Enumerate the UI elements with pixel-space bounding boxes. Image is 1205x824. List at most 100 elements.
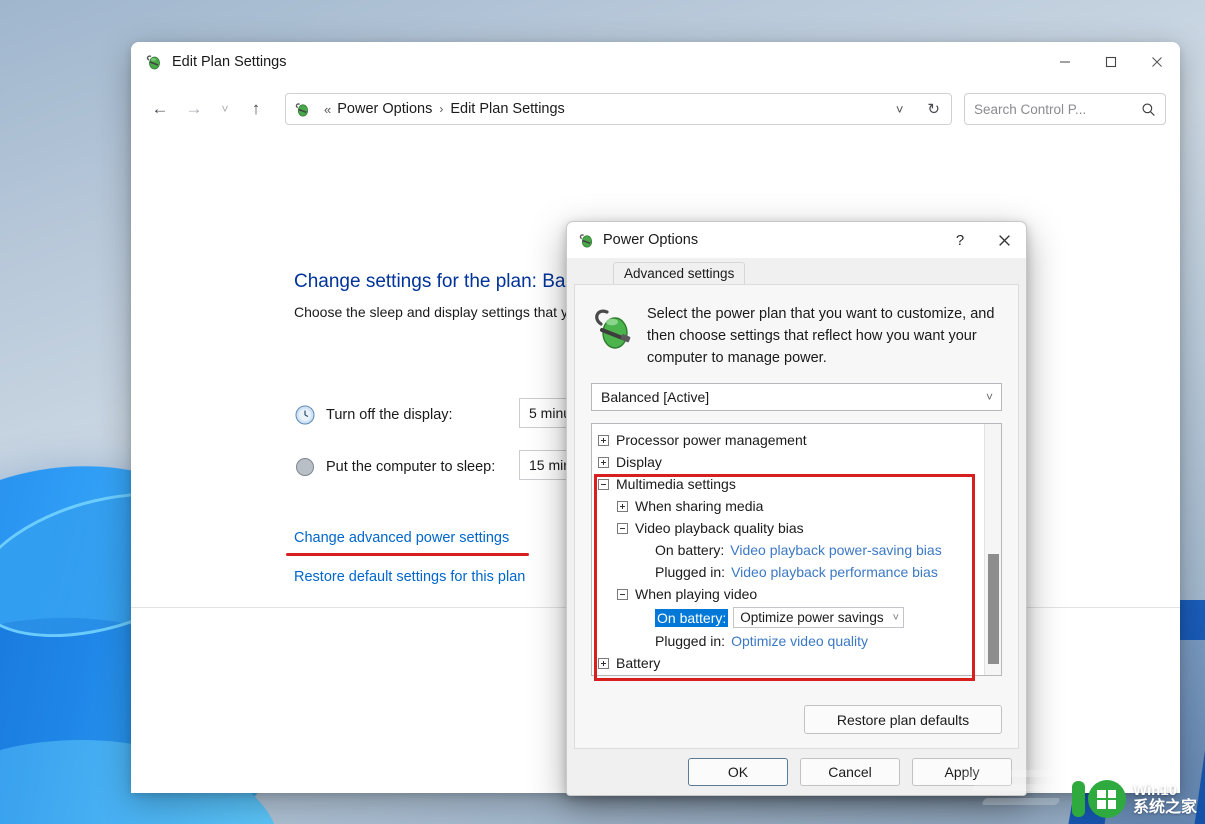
chevron-down-icon: ˅ bbox=[986, 390, 993, 404]
forward-button[interactable]: → bbox=[179, 94, 209, 124]
power-plan-select[interactable]: Balanced [Active] ˅ bbox=[591, 383, 1002, 411]
chevron-down-icon: ˅ bbox=[893, 612, 899, 624]
maximize-icon bbox=[1105, 56, 1117, 68]
tree-row-vpqb-plugged-in[interactable]: Plugged in: Video playback performance b… bbox=[598, 561, 983, 583]
expand-plus-icon[interactable] bbox=[617, 501, 628, 512]
watermark-line-1: Win10 bbox=[1133, 782, 1197, 799]
minimize-button[interactable] bbox=[1042, 42, 1088, 82]
refresh-icon[interactable]: ↻ bbox=[922, 100, 945, 118]
dialog-help-button[interactable]: ? bbox=[938, 222, 982, 258]
dialog-close-button[interactable] bbox=[982, 222, 1026, 258]
setting-row-sleep: Put the computer to sleep: bbox=[294, 456, 495, 478]
chevron-down-icon[interactable]: ˅ bbox=[891, 102, 909, 117]
collapse-minus-icon[interactable] bbox=[617, 589, 628, 600]
advanced-settings-panel: Select the power plan that you want to c… bbox=[574, 284, 1019, 749]
tree-row-video-playback-quality-bias[interactable]: Video playback quality bias bbox=[598, 517, 983, 539]
power-plug-large-icon bbox=[591, 305, 635, 351]
tree-row-label: Battery bbox=[616, 655, 660, 671]
dialog-title: Power Options bbox=[603, 232, 698, 248]
tree-row-label: Display bbox=[616, 454, 662, 470]
on-battery-video-value: Optimize power savings bbox=[740, 610, 883, 625]
collapse-minus-icon[interactable] bbox=[617, 523, 628, 534]
power-plug-icon bbox=[145, 53, 163, 71]
close-icon bbox=[1151, 56, 1163, 68]
breadcrumb-separator: › bbox=[439, 102, 443, 116]
expand-plus-icon[interactable] bbox=[598, 435, 609, 446]
watermark-text: Win10 系统之家 bbox=[1133, 782, 1197, 816]
window-title-bar: Edit Plan Settings bbox=[131, 42, 1180, 82]
tree-row-label: When sharing media bbox=[635, 498, 763, 514]
tree-row-vpqb-on-battery[interactable]: On battery: Video playback power-saving … bbox=[598, 539, 983, 561]
tree-row-value[interactable]: Video playback performance bias bbox=[731, 564, 938, 580]
window-controls bbox=[1042, 42, 1180, 82]
recent-locations-button[interactable]: ˅ bbox=[213, 94, 237, 124]
tree-row-display[interactable]: Display bbox=[598, 451, 983, 473]
window-title: Edit Plan Settings bbox=[172, 54, 286, 70]
setting-label: Put the computer to sleep: bbox=[326, 459, 495, 475]
dialog-title-bar-controls: ? bbox=[938, 222, 1026, 258]
setting-row-turn-off-display: Turn off the display: bbox=[294, 404, 453, 426]
breadcrumb-overflow[interactable]: « bbox=[324, 102, 331, 117]
tree-row-processor-power-management[interactable]: Processor power management bbox=[598, 429, 983, 451]
tree-scrollbar[interactable] bbox=[984, 424, 1001, 675]
tree-row-label: When playing video bbox=[635, 586, 757, 602]
tree-row-label: Processor power management bbox=[616, 432, 807, 448]
minimize-icon bbox=[1059, 56, 1071, 68]
display-clock-icon bbox=[294, 404, 316, 426]
search-input[interactable]: Search Control P... bbox=[974, 102, 1086, 117]
watermark-ghost bbox=[957, 764, 1077, 816]
expand-plus-icon[interactable] bbox=[598, 457, 609, 468]
breadcrumb-item-edit-plan-settings[interactable]: Edit Plan Settings bbox=[450, 101, 564, 117]
sleep-timeout-value: 15 mir bbox=[529, 457, 568, 473]
ok-button[interactable]: OK bbox=[688, 758, 788, 786]
address-bar[interactable]: « Power Options › Edit Plan Settings ˅ ↻ bbox=[285, 93, 952, 125]
power-options-dialog: Power Options ? Advanced settings bbox=[566, 221, 1027, 796]
tree-row-when-sharing-media[interactable]: When sharing media bbox=[598, 495, 983, 517]
tree-row-label: On battery: bbox=[655, 542, 724, 558]
tree-rows-container: Processor power management Display Multi… bbox=[592, 424, 983, 675]
advanced-settings-tree[interactable]: Processor power management Display Multi… bbox=[591, 423, 1002, 676]
dialog-body: Advanced settings Select the power plan … bbox=[567, 258, 1026, 795]
display-timeout-value: 5 minu bbox=[529, 405, 571, 421]
power-plug-icon bbox=[578, 232, 595, 249]
dialog-intro: Select the power plan that you want to c… bbox=[575, 285, 1018, 369]
tree-row-value[interactable]: Optimize video quality bbox=[731, 633, 868, 649]
close-button[interactable] bbox=[1134, 42, 1180, 82]
watermark-logo bbox=[1072, 780, 1126, 818]
tree-row-label: Plugged in: bbox=[655, 633, 725, 649]
tree-row-when-playing-video[interactable]: When playing video bbox=[598, 583, 983, 605]
watermark-bar-icon bbox=[1072, 781, 1085, 817]
tab-advanced-settings[interactable]: Advanced settings bbox=[613, 262, 745, 285]
tree-row-value[interactable]: Video playback power-saving bias bbox=[730, 542, 941, 558]
dialog-intro-text: Select the power plan that you want to c… bbox=[647, 303, 1000, 369]
tree-scrollbar-thumb[interactable] bbox=[988, 554, 999, 664]
power-plug-icon bbox=[294, 101, 311, 118]
watermark-line-2: 系统之家 bbox=[1133, 799, 1197, 816]
on-battery-video-combo[interactable]: Optimize power savings ˅ bbox=[733, 607, 904, 628]
close-icon bbox=[998, 234, 1011, 247]
link-change-advanced-power-settings[interactable]: Change advanced power settings bbox=[294, 530, 509, 546]
watermark-circle-icon bbox=[1088, 780, 1126, 818]
cancel-button[interactable]: Cancel bbox=[800, 758, 900, 786]
maximize-button[interactable] bbox=[1088, 42, 1134, 82]
address-bar-actions: ˅ ↻ bbox=[891, 94, 945, 124]
sleep-moon-icon bbox=[294, 456, 316, 478]
link-restore-default-settings[interactable]: Restore default settings for this plan bbox=[294, 569, 525, 585]
search-box[interactable]: Search Control P... bbox=[964, 93, 1166, 125]
search-icon[interactable] bbox=[1141, 102, 1156, 117]
expand-plus-icon[interactable] bbox=[598, 658, 609, 669]
tree-row-wpv-on-battery[interactable]: On battery: Optimize power savings ˅ bbox=[598, 605, 983, 630]
site-watermark: Win10 系统之家 bbox=[1072, 780, 1197, 818]
up-button[interactable]: ↑ bbox=[241, 94, 271, 124]
restore-plan-defaults-button[interactable]: Restore plan defaults bbox=[804, 705, 1002, 734]
back-button[interactable]: ← bbox=[145, 94, 175, 124]
setting-label: Turn off the display: bbox=[326, 407, 453, 423]
collapse-minus-icon[interactable] bbox=[598, 479, 609, 490]
navigation-bar: ← → ˅ ↑ « Power Options › Edit Plan Sett… bbox=[131, 82, 1180, 136]
tree-row-multimedia-settings[interactable]: Multimedia settings bbox=[598, 473, 983, 495]
tree-row-wpv-plugged-in[interactable]: Plugged in: Optimize video quality bbox=[598, 630, 983, 652]
windows-flag-icon bbox=[1097, 790, 1116, 809]
breadcrumb-item-power-options[interactable]: Power Options bbox=[337, 101, 432, 117]
tree-row-label: Video playback quality bias bbox=[635, 520, 804, 536]
tree-row-battery[interactable]: Battery bbox=[598, 652, 983, 674]
